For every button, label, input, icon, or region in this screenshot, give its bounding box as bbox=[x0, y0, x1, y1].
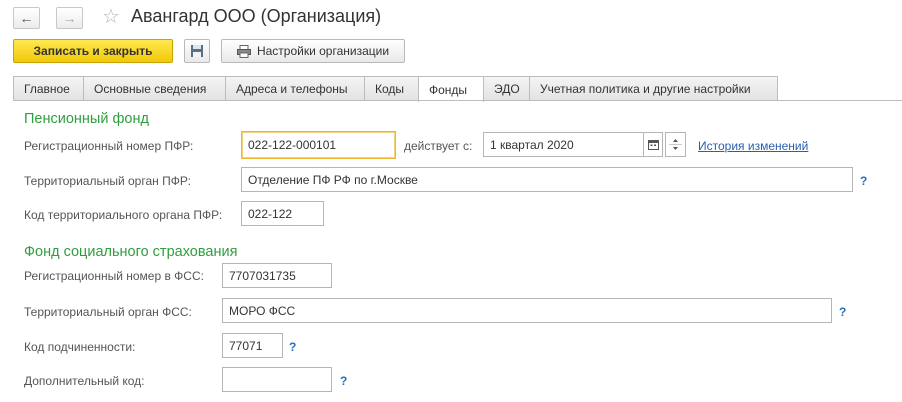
pfr-reg-number-input[interactable]: 022-122-000101 bbox=[241, 131, 396, 159]
pfr-org-code-input[interactable]: 022-122 bbox=[241, 201, 324, 226]
spin-updown-icon bbox=[669, 139, 682, 150]
fss-sub-code-help-icon[interactable]: ? bbox=[289, 340, 296, 354]
history-changes-link[interactable]: История изменений bbox=[698, 139, 808, 153]
organization-settings-button[interactable]: Настройки организации bbox=[221, 39, 405, 63]
tab-bar: Главное Основные сведения Адреса и телеф… bbox=[13, 76, 778, 102]
printer-icon bbox=[236, 44, 251, 58]
fss-section-title: Фонд социального страхования bbox=[24, 244, 238, 260]
save-button[interactable] bbox=[184, 39, 210, 63]
organization-settings-label: Настройки организации bbox=[256, 44, 390, 58]
tab-basic-info[interactable]: Основные сведения bbox=[83, 76, 226, 101]
fss-extra-code-label: Дополнительный код: bbox=[24, 374, 145, 388]
forward-button[interactable]: → bbox=[56, 7, 83, 29]
fss-org-help-icon[interactable]: ? bbox=[839, 305, 846, 319]
tab-edo[interactable]: ЭДО bbox=[483, 76, 530, 101]
star-icon[interactable]: ☆ bbox=[102, 4, 120, 29]
save-and-close-button[interactable]: Записать и закрыть bbox=[13, 39, 173, 63]
pfr-valid-from-label: действует с: bbox=[404, 139, 473, 153]
pfr-valid-from-input[interactable]: 1 квартал 2020 bbox=[483, 132, 644, 157]
fss-org-input[interactable]: МОРО ФСС bbox=[222, 298, 832, 323]
pfr-org-input[interactable]: Отделение ПФ РФ по г.Москве bbox=[241, 167, 853, 192]
pfr-reg-number-label: Регистрационный номер ПФР: bbox=[24, 139, 194, 153]
arrow-right-icon: → bbox=[62, 10, 77, 26]
fss-extra-code-input[interactable] bbox=[222, 367, 332, 392]
arrow-left-icon: ← bbox=[19, 10, 34, 26]
calendar-icon bbox=[647, 140, 659, 150]
tab-addresses-phones[interactable]: Адреса и телефоны bbox=[225, 76, 365, 101]
fss-extra-code-help-icon[interactable]: ? bbox=[340, 374, 347, 388]
tab-codes[interactable]: Коды bbox=[364, 76, 419, 101]
tab-funds[interactable]: Фонды bbox=[418, 76, 484, 102]
fss-sub-code-label: Код подчиненности: bbox=[24, 340, 136, 354]
fss-reg-number-input[interactable]: 7707031735 bbox=[222, 263, 332, 288]
period-spin-control[interactable] bbox=[665, 132, 686, 157]
calendar-button[interactable] bbox=[643, 132, 663, 157]
pfr-org-label: Территориальный орган ПФР: bbox=[24, 174, 191, 188]
tab-main[interactable]: Главное bbox=[13, 76, 84, 101]
fss-reg-number-label: Регистрационный номер в ФСС: bbox=[24, 269, 204, 283]
fss-org-label: Территориальный орган ФСС: bbox=[24, 305, 192, 319]
fss-sub-code-input[interactable]: 77071 bbox=[222, 333, 283, 358]
pfr-section-title: Пенсионный фонд bbox=[24, 111, 149, 127]
pfr-org-help-icon[interactable]: ? bbox=[860, 174, 867, 188]
window-title: Авангард ООО (Организация) bbox=[131, 6, 382, 26]
tab-accounting-policy[interactable]: Учетная политика и другие настройки bbox=[529, 76, 778, 101]
back-button[interactable]: ← bbox=[13, 7, 40, 29]
floppy-disk-icon bbox=[191, 45, 203, 57]
pfr-org-code-label: Код территориального органа ПФР: bbox=[24, 208, 223, 222]
